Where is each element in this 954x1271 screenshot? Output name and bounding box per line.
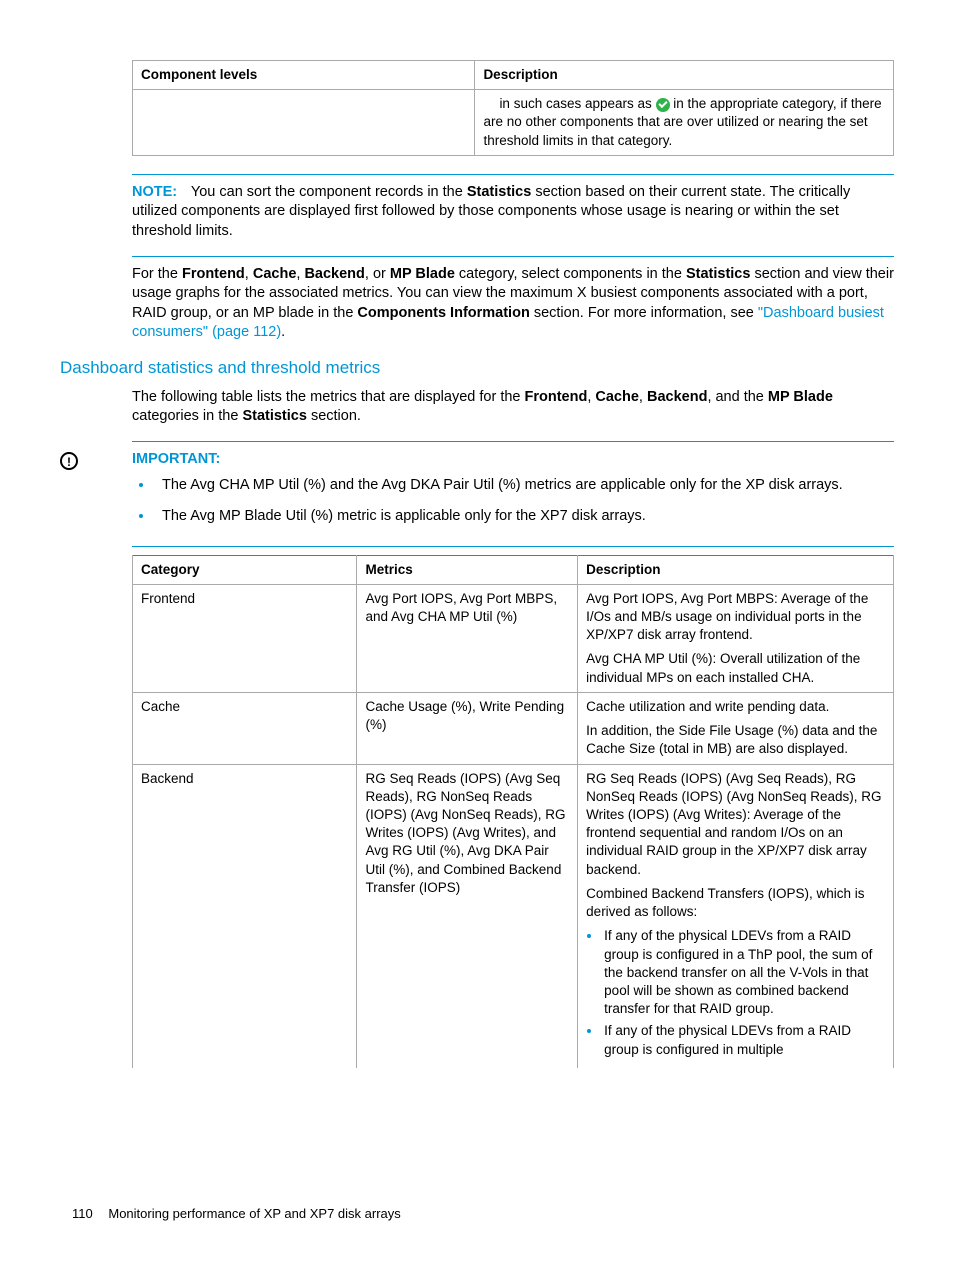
- cell-category: Cache: [133, 692, 357, 764]
- rule-line: [132, 256, 894, 257]
- bold-backend: Backend: [647, 389, 707, 405]
- cell-description: Avg Port IOPS, Avg Port MBPS: Average of…: [578, 584, 894, 692]
- cell-description: RG Seq Reads (IOPS) (Avg Seq Reads), RG …: [578, 764, 894, 1068]
- important-block: ! IMPORTANT: The Avg CHA MP Util (%) and…: [60, 450, 894, 543]
- component-levels-table: Component levels Description in such cas…: [132, 60, 894, 156]
- paragraph-3: The following table lists the metrics th…: [132, 388, 894, 427]
- checkmark-icon: [656, 98, 670, 112]
- table-header-row: Component levels Description: [133, 61, 894, 90]
- important-label: IMPORTANT:: [132, 450, 894, 470]
- footer-title: Monitoring performance of XP and XP7 dis…: [108, 1206, 400, 1221]
- text: categories in the: [132, 408, 242, 424]
- table-row: Cache Cache Usage (%), Write Pending (%)…: [133, 692, 894, 764]
- paragraph-2: For the Frontend, Cache, Backend, or MP …: [132, 265, 894, 343]
- text: ,: [639, 389, 647, 405]
- header-metrics: Metrics: [357, 555, 578, 584]
- list-item: The Avg CHA MP Util (%) and the Avg DKA …: [154, 475, 894, 496]
- content-area-2: The following table lists the metrics th…: [60, 388, 894, 427]
- text: The following table lists the metrics th…: [132, 389, 525, 405]
- important-content: IMPORTANT: The Avg CHA MP Util (%) and t…: [132, 450, 894, 543]
- metrics-table: Category Metrics Description Frontend Av…: [132, 555, 894, 1068]
- note-text-1: You can sort the component records in th…: [191, 184, 467, 200]
- text: , or: [365, 266, 390, 282]
- text: ,: [245, 266, 253, 282]
- important-icon: !: [60, 452, 78, 470]
- desc-p1: Avg Port IOPS, Avg Port MBPS: Average of…: [586, 590, 885, 645]
- list-item: If any of the physical LDEVs from a RAID…: [602, 927, 885, 1018]
- table-row: Frontend Avg Port IOPS, Avg Port MBPS, a…: [133, 584, 894, 692]
- text: , and the: [707, 389, 767, 405]
- list-item: The Avg MP Blade Util (%) metric is appl…: [154, 506, 894, 527]
- desc-p1: Cache utilization and write pending data…: [586, 698, 885, 716]
- table-row: Backend RG Seq Reads (IOPS) (Avg Seq Rea…: [133, 764, 894, 1068]
- page-footer: 110 Monitoring performance of XP and XP7…: [72, 1205, 401, 1223]
- content-area-3: Category Metrics Description Frontend Av…: [60, 555, 894, 1068]
- desc-p1: RG Seq Reads (IOPS) (Avg Seq Reads), RG …: [586, 770, 885, 879]
- list-item: If any of the physical LDEVs from a RAID…: [602, 1022, 885, 1058]
- text: .: [281, 324, 285, 340]
- bold-statistics: Statistics: [686, 266, 750, 282]
- desc-p2: Combined Backend Transfers (IOPS), which…: [586, 885, 885, 921]
- cell-category: Frontend: [133, 584, 357, 692]
- cell-metrics: Avg Port IOPS, Avg Port MBPS, and Avg CH…: [357, 584, 578, 692]
- header-component-levels: Component levels: [133, 61, 475, 90]
- bold-statistics: Statistics: [242, 408, 306, 424]
- cell-metrics: Cache Usage (%), Write Pending (%): [357, 692, 578, 764]
- cell-description: in such cases appears as in the appropri…: [475, 90, 894, 156]
- bold-mpblade: MP Blade: [390, 266, 455, 282]
- bold-mpblade: MP Blade: [768, 389, 833, 405]
- text: category, select components in the: [455, 266, 686, 282]
- bold-frontend: Frontend: [182, 266, 245, 282]
- text: section. For more information, see: [530, 305, 758, 321]
- text: section.: [307, 408, 361, 424]
- note-block: NOTE: You can sort the component records…: [132, 183, 894, 242]
- rule-line: [132, 546, 894, 547]
- desc-text-pre: in such cases appears as: [499, 96, 655, 111]
- bold-statistics: Statistics: [467, 184, 531, 200]
- text: For the: [132, 266, 182, 282]
- desc-list: If any of the physical LDEVs from a RAID…: [586, 927, 885, 1059]
- rule-line: [132, 441, 894, 442]
- cell-category: Backend: [133, 764, 357, 1068]
- rule-line: [132, 174, 894, 175]
- cell-empty: [133, 90, 475, 156]
- important-list: The Avg CHA MP Util (%) and the Avg DKA …: [132, 475, 894, 526]
- bold-cache: Cache: [595, 389, 639, 405]
- table-header-row: Category Metrics Description: [133, 555, 894, 584]
- bold-components-info: Components Information: [357, 305, 529, 321]
- cell-description: Cache utilization and write pending data…: [578, 692, 894, 764]
- desc-p2: Avg CHA MP Util (%): Overall utilization…: [586, 650, 885, 686]
- desc-p2: In addition, the Side File Usage (%) dat…: [586, 722, 885, 758]
- bold-cache: Cache: [253, 266, 297, 282]
- header-description: Description: [475, 61, 894, 90]
- page: Component levels Description in such cas…: [0, 0, 954, 1271]
- page-number: 110: [72, 1205, 93, 1223]
- header-description: Description: [578, 555, 894, 584]
- bold-frontend: Frontend: [525, 389, 588, 405]
- table-row: in such cases appears as in the appropri…: [133, 90, 894, 156]
- bold-backend: Backend: [304, 266, 364, 282]
- note-label: NOTE:: [132, 184, 187, 200]
- cell-metrics: RG Seq Reads (IOPS) (Avg Seq Reads), RG …: [357, 764, 578, 1068]
- section-heading: Dashboard statistics and threshold metri…: [60, 357, 894, 380]
- content-area: Component levels Description in such cas…: [60, 60, 894, 343]
- header-category: Category: [133, 555, 357, 584]
